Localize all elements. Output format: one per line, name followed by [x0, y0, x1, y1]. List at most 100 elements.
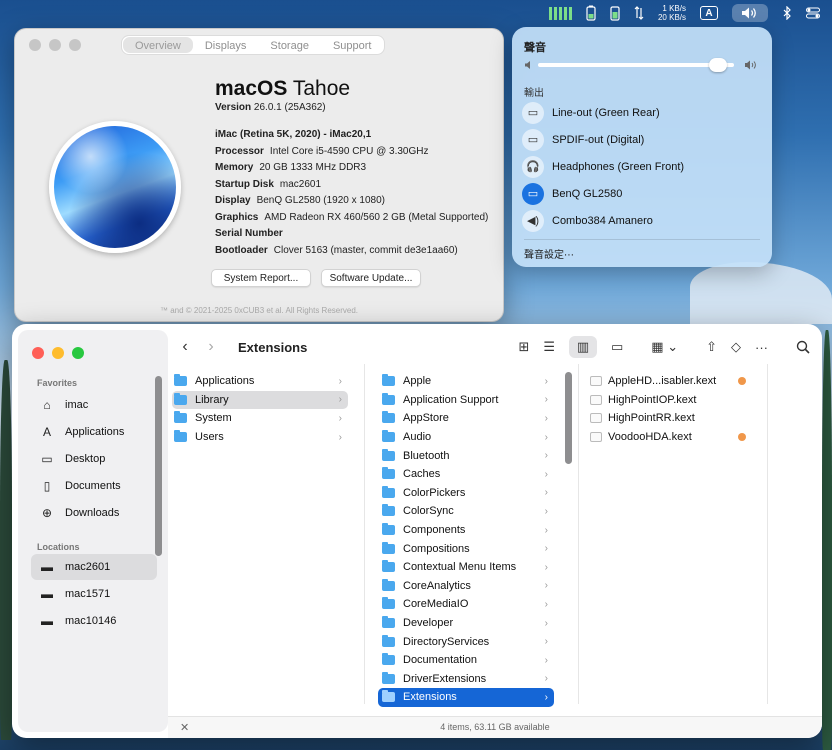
- column-view-icon[interactable]: ▥: [569, 336, 597, 358]
- more-icon[interactable]: ···: [755, 336, 768, 358]
- group-by-icon[interactable]: ▦ ⌄: [651, 336, 678, 358]
- folder-row-selected[interactable]: Extensions ›: [378, 688, 554, 707]
- close-button[interactable]: [32, 347, 44, 359]
- back-button[interactable]: ‹: [172, 338, 198, 356]
- forward-button[interactable]: ›: [198, 338, 224, 356]
- folder-row[interactable]: Apple ›: [378, 372, 554, 391]
- folder-row[interactable]: Library ›: [172, 390, 348, 410]
- column-divider[interactable]: [364, 364, 365, 704]
- input-source-indicator[interactable]: A: [700, 6, 718, 20]
- file-row[interactable]: HighPointRR.kext: [590, 409, 752, 428]
- spec-key: Startup Disk: [215, 178, 274, 190]
- folder-row[interactable]: Contextual Menu Items ›: [378, 558, 554, 577]
- folder-row[interactable]: Developer ›: [378, 614, 554, 633]
- share-icon[interactable]: ⇧: [706, 336, 717, 358]
- folder-row[interactable]: Users ›: [172, 428, 348, 447]
- sidebar-scrollbar[interactable]: [155, 376, 162, 556]
- folder-row[interactable]: CoreAnalytics ›: [378, 577, 554, 596]
- tab-storage[interactable]: Storage: [258, 37, 321, 53]
- gallery-view-icon[interactable]: ▭: [611, 336, 623, 358]
- folder-row[interactable]: Caches ›: [378, 465, 554, 484]
- folder-row[interactable]: Bluetooth ›: [378, 446, 554, 465]
- sidebar-item-imac[interactable]: ⌂ imac: [31, 392, 157, 418]
- about-this-mac-window: Overview Displays Storage Support macOS …: [14, 28, 504, 322]
- tab-displays[interactable]: Displays: [193, 37, 259, 53]
- file-row[interactable]: VoodooHDA.kext: [590, 428, 752, 447]
- folder-name: Users: [195, 431, 224, 444]
- icon-view-icon[interactable]: ⊞: [518, 336, 529, 358]
- search-icon[interactable]: [796, 336, 810, 358]
- close-button[interactable]: [29, 39, 41, 51]
- system-report-button[interactable]: System Report...: [211, 269, 311, 287]
- file-row[interactable]: AppleHD...isabler.kext: [590, 372, 752, 391]
- sound-settings-link[interactable]: 聲音設定⋯: [524, 246, 574, 261]
- desktop-snow: [690, 262, 832, 324]
- folder-name: Library: [195, 393, 229, 406]
- folder-icon: [382, 430, 395, 443]
- sidebar-item-mac1571[interactable]: ▬ mac1571: [31, 581, 157, 607]
- sidebar-item-mac10146[interactable]: ▬ mac10146: [31, 608, 157, 634]
- column-2-scrollbar[interactable]: [565, 372, 572, 464]
- spec-row: Graphics AMD Radeon RX 460/560 2 GB (Meta…: [215, 212, 488, 229]
- folder-name: Extensions: [403, 691, 457, 704]
- folder-row[interactable]: Components ›: [378, 521, 554, 540]
- output-device-selected[interactable]: ▭ BenQ GL2580: [522, 180, 762, 207]
- output-device[interactable]: ◀) Combo384 Amanero: [522, 207, 762, 234]
- output-device[interactable]: ▭ SPDIF-out (Digital): [522, 126, 762, 153]
- sidebar-item-label: Applications: [65, 426, 125, 438]
- folder-row[interactable]: System ›: [172, 409, 348, 428]
- zoom-button[interactable]: [72, 347, 84, 359]
- folder-row[interactable]: Documentation ›: [378, 651, 554, 670]
- minimize-button[interactable]: [49, 39, 61, 51]
- volume-thumb[interactable]: [709, 58, 728, 72]
- minimize-button[interactable]: [52, 347, 64, 359]
- sidebar-item-documents[interactable]: ▯ Documents: [31, 473, 157, 499]
- output-device[interactable]: 🎧 Headphones (Green Front): [522, 153, 762, 180]
- finder-toolbar: ‹ › Extensions ⊞ ☰ ▥ ▭ ▦ ⌄ ⇧ ◇ ···: [172, 334, 822, 360]
- sidebar-item-desktop[interactable]: ▭ Desktop: [31, 446, 157, 472]
- tab-support[interactable]: Support: [321, 37, 384, 53]
- output-device[interactable]: ▭ Line-out (Green Rear): [522, 99, 762, 126]
- software-update-button[interactable]: Software Update...: [321, 269, 421, 287]
- speaker-icon: ◀): [522, 209, 544, 232]
- zoom-button[interactable]: [69, 39, 81, 51]
- folder-row[interactable]: Applications ›: [172, 372, 348, 391]
- folder-row[interactable]: DirectoryServices ›: [378, 632, 554, 651]
- column-divider[interactable]: [578, 364, 579, 704]
- battery-icon[interactable]: [586, 4, 596, 22]
- tag-icon[interactable]: ◇: [731, 336, 741, 358]
- folder-name: DriverExtensions: [403, 672, 487, 685]
- bluetooth-icon[interactable]: [782, 4, 792, 22]
- volume-icon[interactable]: [732, 4, 768, 22]
- network-speed[interactable]: 1 KB/s 20 KB/s: [658, 4, 686, 22]
- drive-icon: ▬: [41, 560, 53, 574]
- spec-value: Intel Core i5-4590 CPU @ 3.30GHz: [269, 145, 429, 157]
- display-icon: ▭: [522, 128, 544, 151]
- folder-name: Apple: [403, 375, 432, 388]
- folder-icon: [382, 504, 395, 517]
- folder-row[interactable]: DriverExtensions ›: [378, 670, 554, 689]
- sidebar-item-downloads[interactable]: ⊕ Downloads: [31, 500, 157, 526]
- folder-row[interactable]: CoreMediaIO ›: [378, 595, 554, 614]
- network-arrows-icon: [634, 4, 644, 22]
- chevron-right-icon: ›: [338, 412, 342, 424]
- folder-name: Audio: [403, 431, 432, 444]
- folder-row[interactable]: ColorSync ›: [378, 502, 554, 521]
- cpu-meter-icon[interactable]: [548, 4, 572, 22]
- folder-row[interactable]: Audio ›: [378, 428, 554, 447]
- list-view-icon[interactable]: ☰: [543, 336, 555, 358]
- folder-row[interactable]: Application Support ›: [378, 391, 554, 410]
- control-center-icon[interactable]: [806, 4, 820, 22]
- folder-row[interactable]: Compositions ›: [378, 539, 554, 558]
- sidebar-item-applications[interactable]: A Applications: [31, 419, 157, 445]
- memory-icon[interactable]: [610, 4, 620, 22]
- folder-row[interactable]: AppStore ›: [378, 409, 554, 428]
- column-divider[interactable]: [767, 364, 768, 704]
- folder-row[interactable]: ColorPickers ›: [378, 484, 554, 503]
- volume-slider[interactable]: [524, 58, 760, 72]
- chevron-right-icon: ›: [544, 450, 548, 462]
- sidebar-item-mac2601[interactable]: ▬ mac2601: [31, 554, 157, 580]
- tab-overview[interactable]: Overview: [123, 37, 193, 53]
- finder-window: Favorites ⌂ imac A Applications ▭ Desktop ▯…: [12, 324, 822, 738]
- file-row[interactable]: HighPointIOP.kext: [590, 391, 752, 410]
